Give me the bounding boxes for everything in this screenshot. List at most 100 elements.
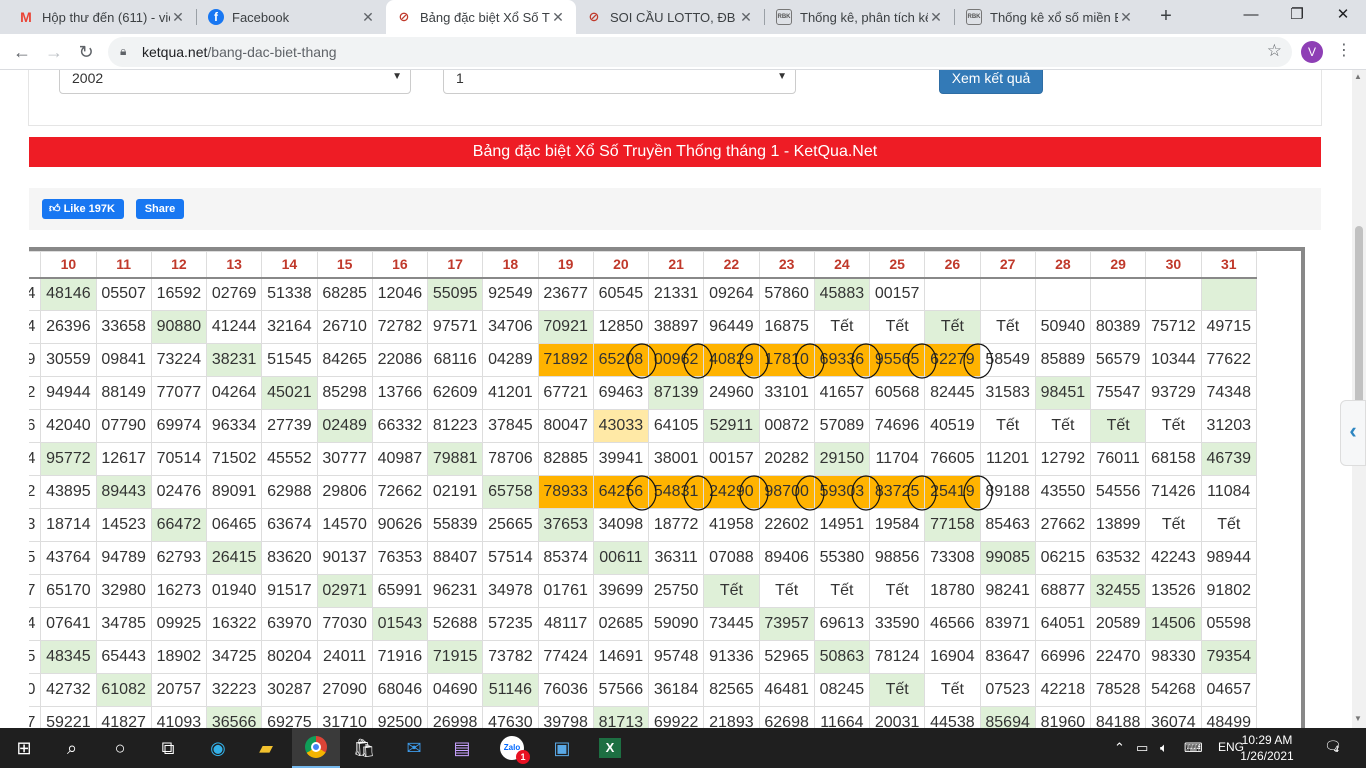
year-select[interactable]: 2002 ▼: [59, 70, 411, 94]
facebook-like-button[interactable]: 👍︎ Like 197K: [42, 199, 124, 219]
gmail-icon: M: [20, 9, 32, 25]
search-icon[interactable]: ⌕: [48, 728, 96, 768]
lock-icon[interactable]: 🔒︎: [120, 44, 126, 59]
result-cell: 46566: [924, 607, 981, 641]
result-cell: 89443: [95, 475, 152, 509]
vertical-scrollbar[interactable]: ▲ ▼: [1352, 70, 1366, 728]
result-cell: 68158: [1145, 442, 1202, 476]
result-cell: 27739: [261, 409, 318, 443]
result-cell: 49715: [1200, 310, 1257, 344]
tab-bang-dac-biet[interactable]: ⊘ Bảng đặc biệt Xổ Số Tru ✕: [386, 0, 576, 34]
chevron-up-icon[interactable]: ⌃: [1114, 740, 1125, 756]
result-cell: 80389: [1089, 310, 1147, 344]
bookmark-star-icon[interactable]: ☆: [1267, 41, 1282, 61]
file-explorer-icon[interactable]: ▰: [242, 728, 290, 768]
scroll-down-arrow-icon[interactable]: ▼: [1354, 714, 1362, 723]
tab-soi-cau[interactable]: ⊘ SOI CẦU LOTTO, ĐB XSM ✕: [576, 0, 764, 34]
minimize-button[interactable]: —: [1228, 0, 1274, 30]
result-cell: 24290: [703, 475, 760, 509]
mail-icon[interactable]: ✉: [390, 728, 438, 768]
result-cell: 98856: [868, 541, 926, 575]
edge-icon[interactable]: ◉: [194, 728, 242, 768]
tab-gmail[interactable]: M Hộp thư đến (611) - vie ✕: [8, 0, 196, 34]
like-label: Like 197K: [63, 203, 115, 215]
cortana-icon[interactable]: ○: [96, 728, 144, 768]
address-bar[interactable]: 🔒︎ ketqua.net/bang-dac-biet-thang ☆: [108, 37, 1292, 67]
table-row: 5758495772126177051471502455523077740987…: [29, 442, 1257, 476]
windows-taskbar: ⊞ ⌕ ○ ⧉ ◉ ▰ 🛍︎ ✉ ▤ Zalo 1 ▣ X ⌃ ▭ 🔈︎ ⌨ EN…: [0, 728, 1366, 768]
result-cell: 69336: [813, 343, 871, 377]
chrome-icon[interactable]: [292, 728, 340, 768]
result-cell: 42732: [40, 673, 97, 707]
forward-button[interactable]: →: [42, 40, 66, 64]
result-cell: 65208: [592, 343, 650, 377]
close-icon[interactable]: ✕: [1118, 9, 1134, 26]
keyboard-icon[interactable]: ⌨: [1184, 740, 1203, 756]
profile-avatar[interactable]: V: [1301, 41, 1323, 63]
tab-thong-ke-phan-tich[interactable]: RBK Thống kê, phân tích kết ✕: [766, 0, 954, 34]
result-cell: 30777: [316, 442, 373, 476]
result-cell: 85298: [316, 376, 373, 410]
task-view-icon[interactable]: ⧉: [144, 728, 192, 768]
result-cell: 02191: [426, 475, 484, 509]
zalo-icon[interactable]: Zalo 1: [488, 728, 536, 768]
page-title-banner: Bảng đặc biệt Xổ Số Truyền Thống tháng 1…: [29, 137, 1321, 167]
tab-facebook[interactable]: f Facebook ✕: [198, 0, 386, 34]
close-icon[interactable]: ✕: [360, 9, 376, 26]
result-cell: 00611: [592, 541, 650, 575]
network-icon[interactable]: ▭: [1136, 740, 1148, 756]
result-cell: 45021: [261, 376, 318, 410]
window-close-button[interactable]: ✕: [1320, 0, 1366, 30]
url-path: /bang-dac-biet-thang: [207, 44, 337, 60]
new-tab-button[interactable]: +: [1154, 4, 1178, 28]
result-cell: 83971: [979, 607, 1036, 641]
result-cell: 80047: [537, 409, 594, 443]
result-cell: 21331: [647, 277, 705, 311]
table-row: 2897642040077906997496334277390248966332…: [29, 409, 1257, 443]
notification-center-icon[interactable]: 🗨︎ 4: [1324, 738, 1346, 758]
result-cell: 88407: [426, 541, 484, 575]
browser-menu-icon[interactable]: ⋮: [1336, 40, 1352, 60]
result-cell: 54556: [1089, 475, 1147, 509]
winrar-icon[interactable]: ▤: [438, 728, 486, 768]
view-results-button[interactable]: Xem kết quả: [939, 70, 1043, 94]
tab-thong-ke-mien-bac[interactable]: RBK Thống kê xổ số miền Bắ ✕: [956, 0, 1144, 34]
table-row: 3048318714145236647206465636741457090626…: [29, 508, 1257, 542]
result-cell: 95565: [868, 343, 926, 377]
column-header-day: 31: [1200, 251, 1257, 279]
maximize-button[interactable]: ❐: [1274, 0, 1320, 30]
table-row: 6937930559098417322438231515458426522086…: [29, 343, 1257, 377]
excel-icon[interactable]: X: [586, 728, 634, 768]
result-cell: 76011: [1089, 442, 1147, 476]
close-icon[interactable]: ✕: [550, 9, 566, 26]
store-icon[interactable]: 🛍︎: [340, 728, 388, 768]
result-cell: 22470: [1089, 640, 1147, 674]
result-cell: 09925: [150, 607, 208, 641]
result-cell: 91802: [1200, 574, 1257, 608]
clock[interactable]: 10:29 AM 1/26/2021: [1224, 732, 1310, 764]
close-icon[interactable]: ✕: [170, 9, 186, 26]
result-cell: 78706: [482, 442, 539, 476]
volume-icon[interactable]: 🔈︎: [1160, 740, 1168, 756]
chevron-left-icon: ‹: [1349, 418, 1357, 443]
teamviewer-icon[interactable]: ▣: [538, 728, 586, 768]
side-panel-toggle[interactable]: ‹: [1340, 400, 1366, 466]
result-cell: 14523: [95, 508, 152, 542]
month-select[interactable]: 1 ▼: [443, 70, 796, 94]
result-cell: 89197: [29, 706, 42, 728]
page-content: 2002 ▼ 1 ▼ Xem kết quả Bảng đặc biệt Xổ …: [0, 70, 1352, 728]
start-icon[interactable]: ⊞: [0, 728, 48, 768]
reload-button[interactable]: ↻: [74, 40, 98, 64]
result-cell: 26415: [205, 541, 263, 575]
result-cell: 85463: [979, 508, 1036, 542]
close-icon[interactable]: ✕: [928, 9, 944, 26]
facebook-share-button[interactable]: Share: [136, 199, 184, 219]
result-cell: 83647: [979, 640, 1036, 674]
scroll-up-arrow-icon[interactable]: ▲: [1354, 72, 1362, 81]
close-icon[interactable]: ✕: [738, 9, 754, 26]
result-cell: 12617: [95, 442, 152, 476]
result-cell: 77622: [1200, 343, 1257, 377]
back-button[interactable]: ←: [10, 40, 34, 64]
result-cell: 12792: [1034, 442, 1092, 476]
result-cell: 40519: [924, 409, 981, 443]
